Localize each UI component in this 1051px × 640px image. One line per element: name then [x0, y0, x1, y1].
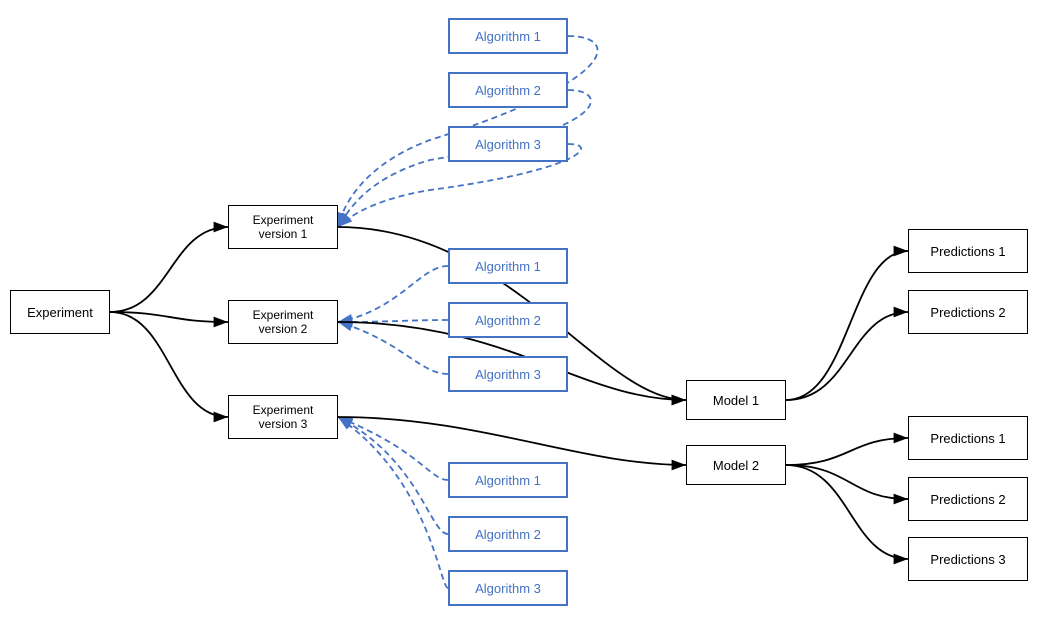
alg3-group1-node: Algorithm 3 [448, 126, 568, 162]
exp-version-1-node: Experiment version 1 [228, 205, 338, 249]
alg3-group2-node: Algorithm 3 [448, 356, 568, 392]
alg1-group2-node: Algorithm 1 [448, 248, 568, 284]
alg1-group3-node: Algorithm 1 [448, 462, 568, 498]
alg1-group1-node: Algorithm 1 [448, 18, 568, 54]
predictions3-model2-node: Predictions 3 [908, 537, 1028, 581]
exp-version-2-node: Experiment version 2 [228, 300, 338, 344]
alg2-group3-node: Algorithm 2 [448, 516, 568, 552]
alg2-group1-node: Algorithm 2 [448, 72, 568, 108]
predictions1-model2-node: Predictions 1 [908, 416, 1028, 460]
predictions2-model1-node: Predictions 2 [908, 290, 1028, 334]
experiment-node: Experiment [10, 290, 110, 334]
model2-node: Model 2 [686, 445, 786, 485]
alg2-group2-node: Algorithm 2 [448, 302, 568, 338]
predictions1-model1-node: Predictions 1 [908, 229, 1028, 273]
model1-node: Model 1 [686, 380, 786, 420]
predictions2-model2-node: Predictions 2 [908, 477, 1028, 521]
alg3-group3-node: Algorithm 3 [448, 570, 568, 606]
exp-version-3-node: Experiment version 3 [228, 395, 338, 439]
